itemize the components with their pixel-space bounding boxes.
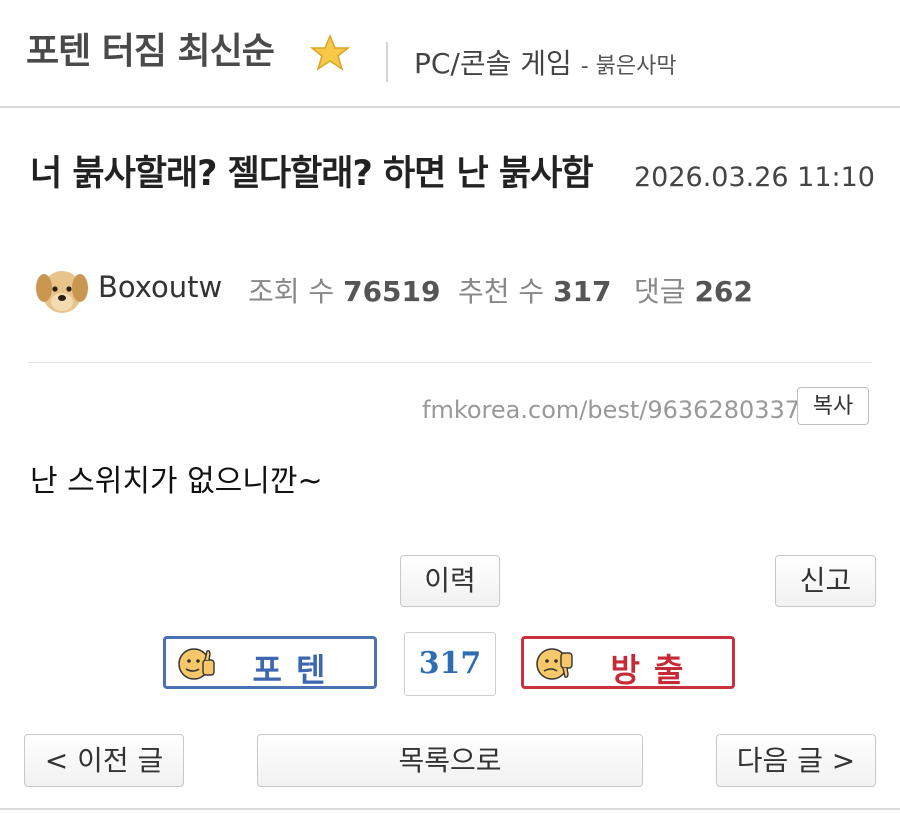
- header-separator: [386, 42, 388, 82]
- board-title[interactable]: 포텐 터짐 최신순: [26, 22, 275, 74]
- report-button[interactable]: 신고: [775, 555, 876, 607]
- recommend-count-value: 317: [553, 275, 612, 308]
- comment-count[interactable]: 댓글 262: [634, 270, 753, 310]
- category-breadcrumb[interactable]: PC/콘솔 게임 - 붉은사막: [414, 42, 677, 82]
- view-count-value: 76519: [343, 275, 441, 308]
- vote-down-label[interactable]: 방출: [584, 645, 724, 691]
- copy-url-button[interactable]: 복사: [797, 387, 869, 425]
- board-header: 포텐 터짐 최신순 PC/콘솔 게임 - 붉은사막: [0, 0, 900, 108]
- vote-up-label[interactable]: 포텐: [226, 645, 366, 691]
- prev-post-button[interactable]: < 이전 글: [24, 734, 184, 787]
- list-button[interactable]: 목록으로: [257, 734, 643, 787]
- comment-count-value[interactable]: 262: [694, 275, 752, 308]
- author-name[interactable]: Boxoutw: [98, 270, 222, 304]
- thumbs-down-face-icon: [536, 648, 573, 680]
- subcategory-label[interactable]: - 붉은사막: [581, 54, 677, 79]
- divider: [28, 362, 872, 363]
- recommend-count-label: 추천 수: [458, 275, 545, 308]
- view-count: 조회 수 76519: [248, 270, 441, 310]
- puppy-avatar: [36, 271, 88, 313]
- thumbs-up-face-icon: [178, 648, 215, 680]
- post-date: 2026.03.26 11:10: [634, 162, 875, 193]
- view-count-label: 조회 수: [248, 275, 335, 308]
- vote-up-button[interactable]: 포텐: [163, 636, 377, 689]
- post-content: 난 스위치가 없으니깐~: [30, 464, 323, 499]
- star-icon: [310, 34, 350, 71]
- bottom-divider: [0, 808, 900, 810]
- vote-down-button[interactable]: 방출: [521, 636, 735, 689]
- category-label[interactable]: PC/콘솔 게임: [414, 47, 572, 80]
- post-url[interactable]: fmkorea.com/best/9636280337: [422, 396, 800, 424]
- recommend-count: 추천 수 317: [458, 270, 612, 310]
- vote-count: 317: [404, 632, 496, 696]
- history-button[interactable]: 이력: [400, 555, 500, 607]
- comment-count-label[interactable]: 댓글: [634, 275, 686, 308]
- post-title: 너 붉사할래? 젤다할래? 하면 난 붉사함: [30, 154, 594, 194]
- next-post-button[interactable]: 다음 글 >: [716, 734, 876, 787]
